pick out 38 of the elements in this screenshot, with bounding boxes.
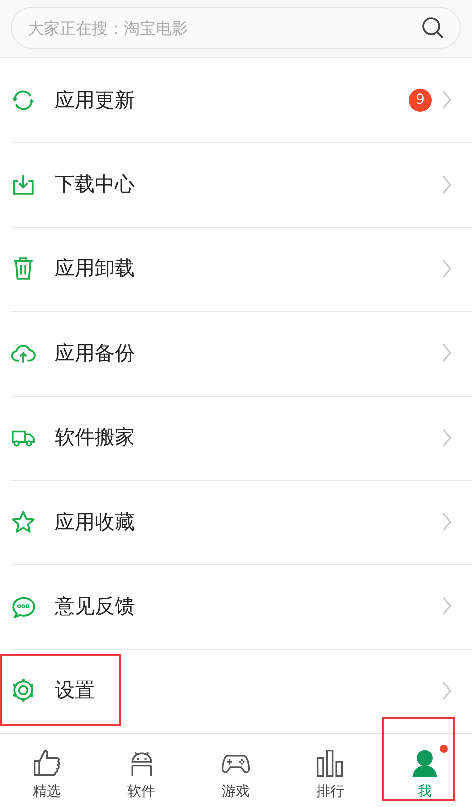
chevron-icon: [442, 258, 452, 279]
menu-item-label: 应用更新: [55, 86, 136, 114]
nav-tab[interactable]: 游戏: [188, 734, 284, 807]
menu-item[interactable]: 应用备份: [0, 311, 472, 396]
chevron-icon: [442, 90, 452, 110]
bar-chart-icon: [315, 748, 346, 778]
nav-tab[interactable]: 排行: [283, 734, 378, 807]
menu-item-label: 应用收藏: [55, 508, 136, 536]
chevron-icon: [442, 174, 452, 195]
chevron-icon: [442, 512, 452, 532]
menu-item[interactable]: 软件搬家: [0, 396, 472, 480]
menu-item[interactable]: 应用更新 9: [0, 58, 472, 142]
chevron-icon: [442, 343, 452, 364]
menu-item-label: 应用备份: [55, 340, 136, 367]
menu-item-label: 软件搬家: [55, 424, 136, 452]
trash-icon: [11, 256, 36, 282]
menu-item[interactable]: 应用收藏: [0, 480, 472, 564]
search-field[interactable]: 大家正在搜：淘宝电影: [11, 7, 461, 50]
menu-item-label: 下载中心: [55, 171, 136, 198]
search-icon[interactable]: [421, 16, 445, 40]
settings-icon: [11, 678, 36, 704]
nav-tab[interactable]: 软件: [94, 734, 189, 807]
nav-tab[interactable]: 精选: [0, 734, 94, 807]
menu-item[interactable]: 设置: [0, 648, 472, 734]
chevron-icon: [442, 428, 452, 448]
nav-tab[interactable]: 我: [378, 734, 472, 807]
star-icon: [11, 510, 36, 535]
thumbs-up-icon: [32, 748, 62, 778]
menu-item-label: 设置: [55, 677, 96, 704]
menu-item[interactable]: 应用卸载: [0, 226, 472, 312]
download-icon: [11, 172, 36, 198]
menu-item-label: 意见反馈: [55, 592, 136, 620]
menu-item[interactable]: 意见反馈: [0, 564, 472, 649]
menu-item[interactable]: 下载中心: [0, 142, 472, 227]
count-badge: 9: [409, 88, 432, 112]
chevron-icon: [442, 596, 452, 616]
chevron-icon: [442, 680, 452, 701]
menu-item-label: 应用卸载: [55, 255, 136, 282]
